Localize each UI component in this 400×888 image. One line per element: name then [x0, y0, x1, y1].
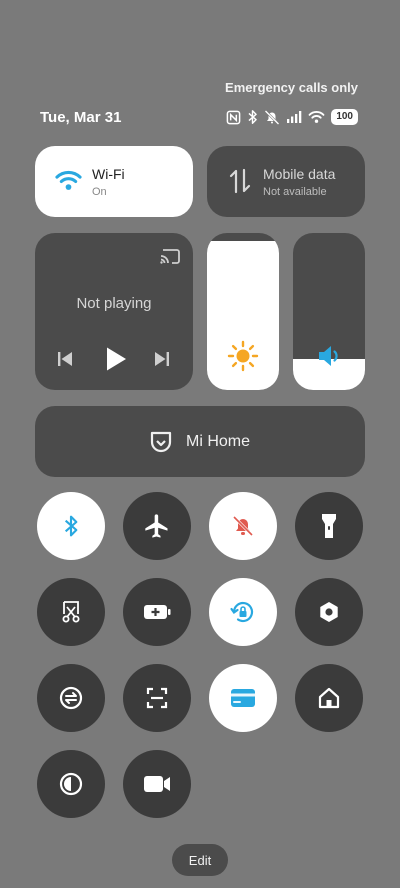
nfc-icon — [226, 110, 241, 124]
airplane-icon — [145, 514, 168, 538]
airplane-mode-toggle[interactable] — [123, 492, 191, 560]
bluetooth-toggle[interactable] — [37, 492, 105, 560]
rotation-lock-icon — [230, 601, 254, 623]
mobile-data-icon — [229, 168, 251, 194]
signal-icon — [287, 111, 302, 123]
play-icon[interactable] — [104, 346, 128, 372]
volume-slider[interactable] — [293, 233, 365, 390]
bluetooth-icon — [64, 515, 78, 537]
brightness-slider[interactable] — [207, 233, 279, 390]
contrast-icon — [59, 772, 83, 796]
mi-home-icon — [150, 431, 172, 452]
media-player-tile: Not playing — [35, 233, 193, 390]
video-camera-icon — [144, 776, 170, 792]
home-icon — [318, 687, 340, 709]
scan-icon — [146, 687, 168, 709]
edit-button[interactable]: Edit — [172, 844, 228, 876]
settings-hexagon-icon — [320, 602, 338, 622]
data-sync-toggle[interactable] — [37, 664, 105, 732]
battery-indicator: 100 — [331, 109, 358, 125]
card-wallet-icon — [231, 689, 255, 707]
mute-status-icon — [264, 110, 280, 125]
next-track-icon[interactable] — [153, 350, 171, 368]
mute-bell-icon — [232, 515, 254, 537]
brightness-icon — [227, 340, 259, 372]
cast-icon[interactable] — [159, 247, 181, 265]
battery-saver-icon — [144, 605, 171, 619]
flashlight-icon — [322, 514, 336, 538]
mobile-data-tile[interactable]: Mobile data Not available — [207, 146, 365, 217]
status-icons: 100 — [226, 108, 358, 126]
mobile-data-title: Mobile data — [263, 166, 336, 182]
rotation-lock-toggle[interactable] — [209, 578, 277, 646]
mobile-data-subtitle: Not available — [263, 186, 327, 198]
media-status: Not playing — [76, 295, 152, 312]
emergency-calls-label: Emergency calls only — [225, 80, 358, 95]
screenshot-scissors-icon — [62, 601, 80, 623]
flashlight-toggle[interactable] — [295, 492, 363, 560]
date-label: Tue, Mar 31 — [40, 109, 122, 126]
invert-colors-toggle[interactable] — [37, 750, 105, 818]
sync-icon — [59, 686, 83, 710]
battery-saver-toggle[interactable] — [123, 578, 191, 646]
video-camera-toggle[interactable] — [123, 750, 191, 818]
wifi-status-icon — [308, 111, 325, 123]
home-toggle[interactable] — [295, 664, 363, 732]
screenshot-toggle[interactable] — [37, 578, 105, 646]
mi-home-label: Mi Home — [185, 432, 250, 450]
mute-toggle[interactable] — [209, 492, 277, 560]
wifi-icon — [55, 170, 82, 190]
volume-icon — [319, 346, 338, 366]
settings-toggle[interactable] — [295, 578, 363, 646]
wifi-tile[interactable]: Wi-Fi On — [35, 146, 193, 217]
cards-toggle[interactable] — [209, 664, 277, 732]
bluetooth-status-icon — [248, 110, 258, 124]
wifi-title: Wi-Fi — [92, 166, 125, 182]
mi-home-tile[interactable]: Mi Home — [35, 406, 365, 477]
wifi-subtitle: On — [92, 186, 107, 198]
previous-track-icon[interactable] — [56, 350, 74, 368]
scanner-toggle[interactable] — [123, 664, 191, 732]
